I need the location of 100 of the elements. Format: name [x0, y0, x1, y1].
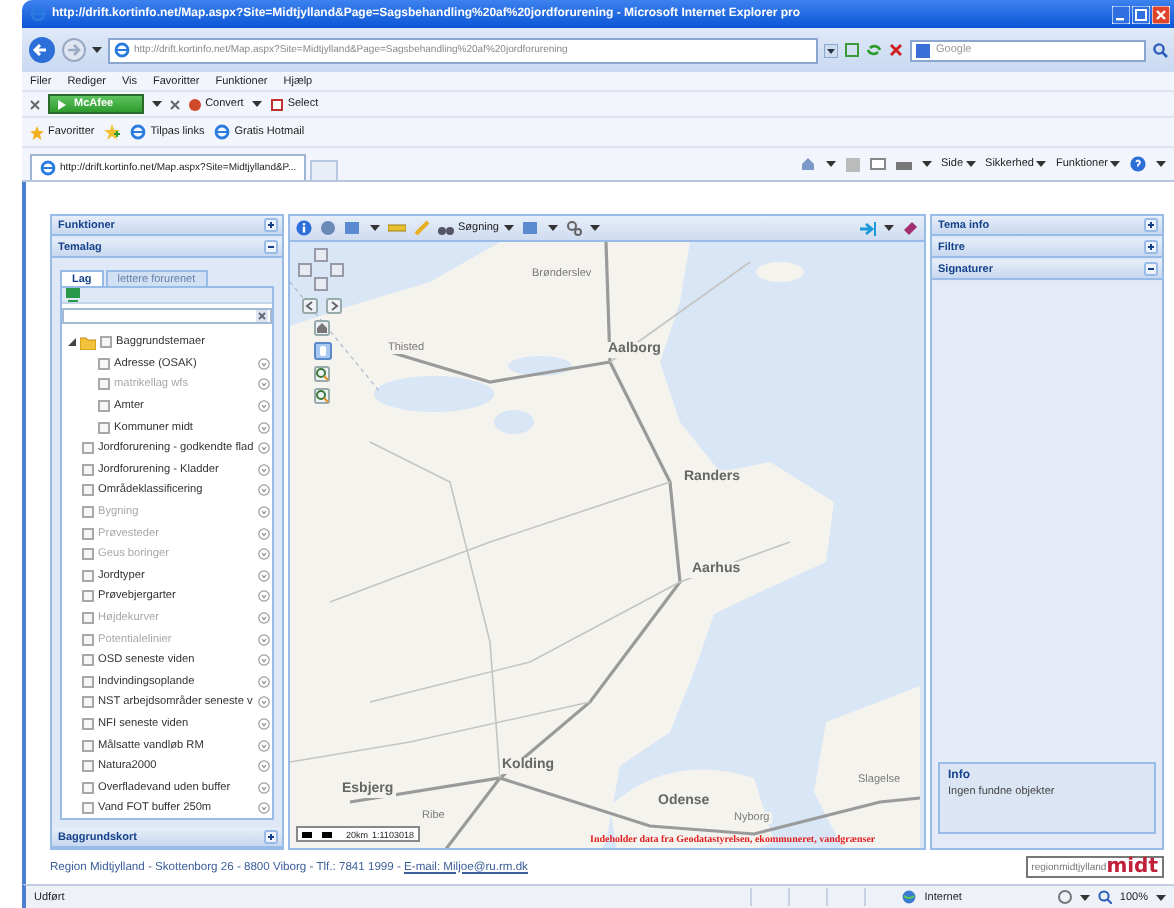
info-icon[interactable] — [258, 675, 270, 688]
toggle-button[interactable] — [1144, 218, 1158, 232]
zoom-in-button[interactable] — [314, 366, 330, 382]
tools-button[interactable] — [565, 220, 581, 236]
info-icon[interactable] — [258, 400, 270, 413]
info-icon[interactable] — [258, 442, 270, 455]
caret-icon[interactable] — [1036, 160, 1046, 168]
caret-icon[interactable] — [1156, 893, 1166, 901]
eraser-button[interactable] — [902, 220, 918, 236]
page-icon — [114, 42, 130, 58]
ie-link-icon — [130, 124, 147, 140]
layer-checkbox[interactable] — [98, 400, 110, 413]
caret-icon[interactable] — [503, 224, 513, 232]
info-icon[interactable] — [258, 506, 270, 519]
layer-checkbox[interactable] — [100, 336, 112, 349]
maximize-button[interactable] — [1132, 5, 1150, 23]
toggle-button[interactable] — [1144, 240, 1158, 254]
pencil-button[interactable] — [414, 220, 430, 236]
caret-icon[interactable] — [370, 224, 380, 232]
home-icon[interactable] — [799, 156, 816, 172]
layer-checkbox[interactable] — [82, 696, 94, 709]
info-icon[interactable] — [258, 802, 270, 815]
layer-checkbox[interactable] — [82, 760, 94, 773]
info-icon[interactable] — [258, 378, 270, 391]
layer-checkbox[interactable] — [82, 675, 94, 688]
layer-checkbox[interactable] — [82, 654, 94, 667]
caret-icon[interactable] — [921, 160, 932, 168]
layer-tool-icon[interactable] — [66, 288, 80, 302]
help-icon[interactable] — [1130, 156, 1146, 172]
layer-checkbox[interactable] — [98, 421, 110, 434]
minimize-button[interactable] — [1112, 5, 1130, 23]
add-favorite-icon[interactable] — [104, 124, 121, 140]
folder-icon — [80, 335, 96, 350]
caret-icon[interactable] — [151, 100, 162, 108]
select-icon — [269, 97, 284, 111]
info-icon[interactable] — [258, 421, 270, 434]
caret-icon[interactable] — [965, 160, 976, 168]
layer-checkbox[interactable] — [82, 484, 94, 497]
ruler-button[interactable] — [388, 222, 406, 234]
pan-control[interactable] — [298, 248, 346, 292]
layer-search-field[interactable] — [62, 308, 272, 324]
caret-icon[interactable] — [589, 224, 599, 232]
info-icon[interactable] — [258, 527, 270, 540]
toggle-button[interactable] — [264, 218, 278, 232]
stop-button[interactable] — [888, 42, 904, 58]
caret-icon[interactable] — [884, 224, 894, 232]
zoom-previous-button[interactable] — [302, 298, 318, 314]
toggle-button[interactable] — [264, 240, 278, 254]
caret-icon[interactable] — [1156, 160, 1166, 168]
info-icon[interactable] — [258, 633, 270, 646]
protected-mode-icon — [1057, 890, 1072, 904]
toggle-button[interactable] — [264, 830, 278, 844]
info-icon[interactable] — [258, 654, 270, 667]
layer-checkbox[interactable] — [82, 463, 94, 476]
toggle-button[interactable] — [1144, 262, 1158, 276]
info-icon[interactable] — [258, 484, 270, 497]
info-icon[interactable] — [258, 612, 270, 625]
caret-icon[interactable] — [1110, 160, 1120, 168]
info-icon[interactable] — [258, 548, 270, 561]
zoom-next-button[interactable] — [326, 298, 342, 314]
layer-checkbox[interactable] — [82, 590, 94, 603]
dropdown-button[interactable] — [824, 43, 838, 57]
play-icon — [58, 99, 66, 109]
info-icon[interactable] — [258, 717, 270, 730]
info-icon[interactable] — [258, 696, 270, 709]
info-icon[interactable] — [258, 357, 270, 370]
close-toolbar-icon[interactable] — [30, 99, 40, 109]
layer-checkbox[interactable] — [82, 569, 94, 582]
search-button[interactable] — [1152, 42, 1168, 58]
caret-icon[interactable] — [825, 160, 836, 168]
info-icon[interactable] — [258, 760, 270, 773]
home-button[interactable] — [314, 320, 330, 336]
layer-checkbox[interactable] — [98, 357, 110, 370]
close-button[interactable] — [1152, 5, 1170, 23]
close-toolbar-icon[interactable] — [169, 99, 180, 109]
expand-arrow-icon[interactable] — [68, 338, 76, 347]
info-icon[interactable] — [258, 781, 270, 794]
layer-checkbox[interactable] — [82, 781, 94, 794]
compatibility-icon[interactable] — [844, 42, 860, 58]
back-button[interactable] — [28, 36, 56, 64]
clear-button[interactable] — [256, 310, 268, 322]
caret-icon[interactable] — [251, 100, 262, 108]
hand-button[interactable] — [313, 342, 331, 360]
info-icon[interactable] — [258, 590, 270, 603]
layer-checkbox[interactable] — [82, 717, 94, 730]
layer-checkbox[interactable] — [82, 802, 94, 815]
layer-checkbox[interactable] — [82, 442, 94, 455]
caret-icon[interactable] — [92, 46, 102, 54]
refresh-button[interactable] — [866, 42, 882, 58]
caret-icon[interactable] — [1079, 893, 1090, 901]
info-icon[interactable] — [258, 463, 270, 476]
info-icon[interactable] — [258, 739, 270, 752]
arrow-button[interactable] — [860, 221, 876, 235]
new-tab-button[interactable] — [310, 160, 339, 180]
info-icon[interactable] — [258, 569, 270, 582]
layer-checkbox[interactable] — [82, 739, 94, 752]
info-button[interactable] — [296, 220, 312, 236]
caret-icon[interactable] — [547, 224, 557, 232]
globe-icon — [902, 890, 917, 904]
zoom-out-button[interactable] — [314, 388, 330, 404]
